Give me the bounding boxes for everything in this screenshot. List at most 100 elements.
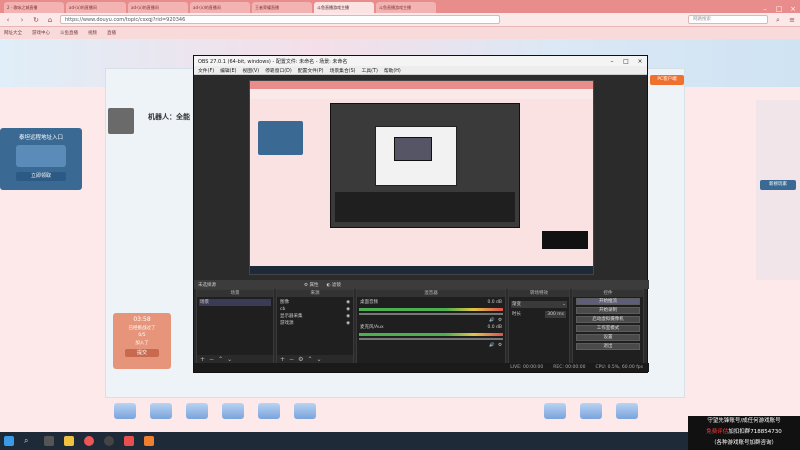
remove-icon[interactable]: − <box>289 356 294 363</box>
minimize-icon[interactable]: – <box>758 5 772 13</box>
obs-title: OBS 27.0.1 (64-bit, windows) - 配置文件: 未命名… <box>198 58 348 65</box>
add-icon[interactable]: + <box>280 356 285 363</box>
streamer-name[interactable]: 机器人：全能 <box>148 112 190 122</box>
properties-button[interactable]: ⚙ 属性 <box>304 282 318 288</box>
eye-icon[interactable]: ◉ <box>346 299 350 306</box>
scene-item[interactable]: 场景 <box>199 299 271 306</box>
bookmark-item[interactable]: 斗鱼直播 <box>60 30 78 36</box>
gift-icon[interactable] <box>544 403 566 419</box>
url-input[interactable]: https://www.douyu.com/topic/csxqj?rid=92… <box>60 15 500 24</box>
task-view-icon[interactable] <box>44 436 54 446</box>
menu-item[interactable]: 工具(T) <box>362 67 378 74</box>
pc-client-button[interactable]: PC客户端 <box>650 75 684 85</box>
search-icon[interactable]: ⌕ <box>24 436 34 446</box>
menu-icon[interactable]: ≡ <box>788 16 796 24</box>
browser-tab[interactable]: ad·(x)的直播间 <box>128 2 188 13</box>
source-item[interactable]: 显示器采集 ◉ <box>279 313 351 320</box>
volume-slider[interactable] <box>359 338 503 340</box>
browser-tab[interactable]: 2 · 歌咏之城直播 <box>4 2 64 13</box>
up-icon[interactable]: ⌃ <box>307 356 312 363</box>
menu-item[interactable]: 编辑(E) <box>220 67 236 74</box>
preview-addressbar <box>250 89 593 99</box>
menu-item[interactable]: 文件(F) <box>198 67 214 74</box>
browser-tab[interactable]: 斗鱼直播游戏主播 <box>376 2 436 13</box>
claim-button[interactable]: 立即领取 <box>16 172 66 181</box>
speaker-icon[interactable]: 🔊 <box>489 317 495 324</box>
duration-input[interactable]: 300 ms <box>545 311 566 318</box>
forward-icon[interactable]: › <box>18 16 26 24</box>
windows-start-icon[interactable] <box>4 436 14 446</box>
promo-card-image <box>16 145 66 167</box>
menu-item[interactable]: 停靠窗口(D) <box>265 67 292 74</box>
gift-icon[interactable] <box>616 403 638 419</box>
bookmark-item[interactable]: 网址大全 <box>4 30 22 36</box>
eye-icon[interactable]: ◉ <box>346 306 350 313</box>
start-recording-button[interactable]: 开始录制 <box>576 307 640 314</box>
gear-icon[interactable]: ⚙ <box>498 342 502 349</box>
gift-icon[interactable] <box>258 403 280 419</box>
menu-item[interactable]: 场景集合(S) <box>330 67 356 74</box>
app-icon[interactable] <box>124 436 134 446</box>
avatar[interactable] <box>108 108 134 134</box>
gift-icon[interactable] <box>222 403 244 419</box>
start-streaming-button[interactable]: 开始推流 <box>576 298 640 305</box>
search-icon[interactable]: ⌕ <box>774 16 782 24</box>
chrome-icon[interactable] <box>84 436 94 446</box>
source-item[interactable]: 图像 ◉ <box>279 299 351 306</box>
down-icon[interactable]: ⌄ <box>316 356 321 363</box>
preview-taskbar <box>250 266 593 274</box>
close-icon[interactable]: × <box>786 5 800 13</box>
gift-icon[interactable] <box>186 403 208 419</box>
maximize-icon[interactable]: □ <box>772 5 786 13</box>
promo-card-title: 泰坦远程地址入口 <box>18 135 63 141</box>
menu-item[interactable]: 视图(V) <box>242 67 259 74</box>
remove-icon[interactable]: − <box>209 356 214 363</box>
maximize-icon[interactable]: □ <box>619 58 633 65</box>
app-icon[interactable] <box>144 436 154 446</box>
gear-icon[interactable]: ⚙ <box>298 356 303 363</box>
filters-button[interactable]: ◐ 滤镜 <box>326 282 340 288</box>
bookmark-item[interactable]: 直播 <box>107 30 116 36</box>
home-icon[interactable]: ⌂ <box>46 16 54 24</box>
menu-item[interactable]: 配置文件(P) <box>298 67 324 74</box>
obs-preview[interactable] <box>249 80 594 275</box>
eye-icon[interactable]: ◉ <box>346 313 350 320</box>
down-icon[interactable]: ⌄ <box>227 356 232 363</box>
up-icon[interactable]: ⌃ <box>218 356 223 363</box>
source-item[interactable]: 游戏源 ◉ <box>279 320 351 327</box>
close-icon[interactable]: × <box>633 58 647 65</box>
virtual-camera-button[interactable]: 启动虚拟摄像机 <box>576 316 640 323</box>
menu-item[interactable]: 帮助(H) <box>384 67 401 74</box>
gift-icon[interactable] <box>294 403 316 419</box>
right-panel: 新榜玩家 <box>756 100 800 280</box>
eye-icon[interactable]: ◉ <box>346 320 350 327</box>
gift-icon[interactable] <box>150 403 172 419</box>
back-icon[interactable]: ‹ <box>4 16 12 24</box>
studio-mode-button[interactable]: 工作室模式 <box>576 325 640 332</box>
gear-icon[interactable]: ⚙ <box>498 317 502 324</box>
bookmark-item[interactable]: 视频 <box>88 30 97 36</box>
promo-card[interactable]: 泰坦远程地址入口 立即领取 <box>0 128 82 190</box>
transition-select[interactable]: 渐变 ⌄ <box>511 301 567 308</box>
source-item[interactable]: cb ◉ <box>279 306 351 313</box>
browser-tab[interactable]: ad·(x)的直播间 <box>190 2 250 13</box>
gift-icon[interactable] <box>114 403 136 419</box>
right-panel-label[interactable]: 新榜玩家 <box>760 180 796 190</box>
volume-slider[interactable] <box>359 313 503 315</box>
add-icon[interactable]: + <box>200 356 205 363</box>
obs-icon[interactable] <box>104 436 114 446</box>
gift-icon[interactable] <box>580 403 602 419</box>
browser-tab-active[interactable]: 斗鱼直播游戏主播 <box>314 2 374 13</box>
settings-button[interactable]: 设置 <box>576 334 640 341</box>
file-explorer-icon[interactable] <box>64 436 74 446</box>
bookmark-item[interactable]: 游戏中心 <box>32 30 50 36</box>
refresh-icon[interactable]: ↻ <box>32 16 40 24</box>
submit-button[interactable]: 提交 <box>125 349 159 357</box>
search-input[interactable]: 网路搜索 <box>688 15 768 24</box>
speaker-icon[interactable]: 🔊 <box>489 342 495 349</box>
exit-button[interactable]: 退出 <box>576 343 640 350</box>
browser-tab[interactable]: 王者荣耀直播 <box>252 2 312 13</box>
preview-nested-obs-2 <box>394 137 432 161</box>
minimize-icon[interactable]: – <box>605 58 619 65</box>
browser-tab[interactable]: ad·(x)的直播间 <box>66 2 126 13</box>
